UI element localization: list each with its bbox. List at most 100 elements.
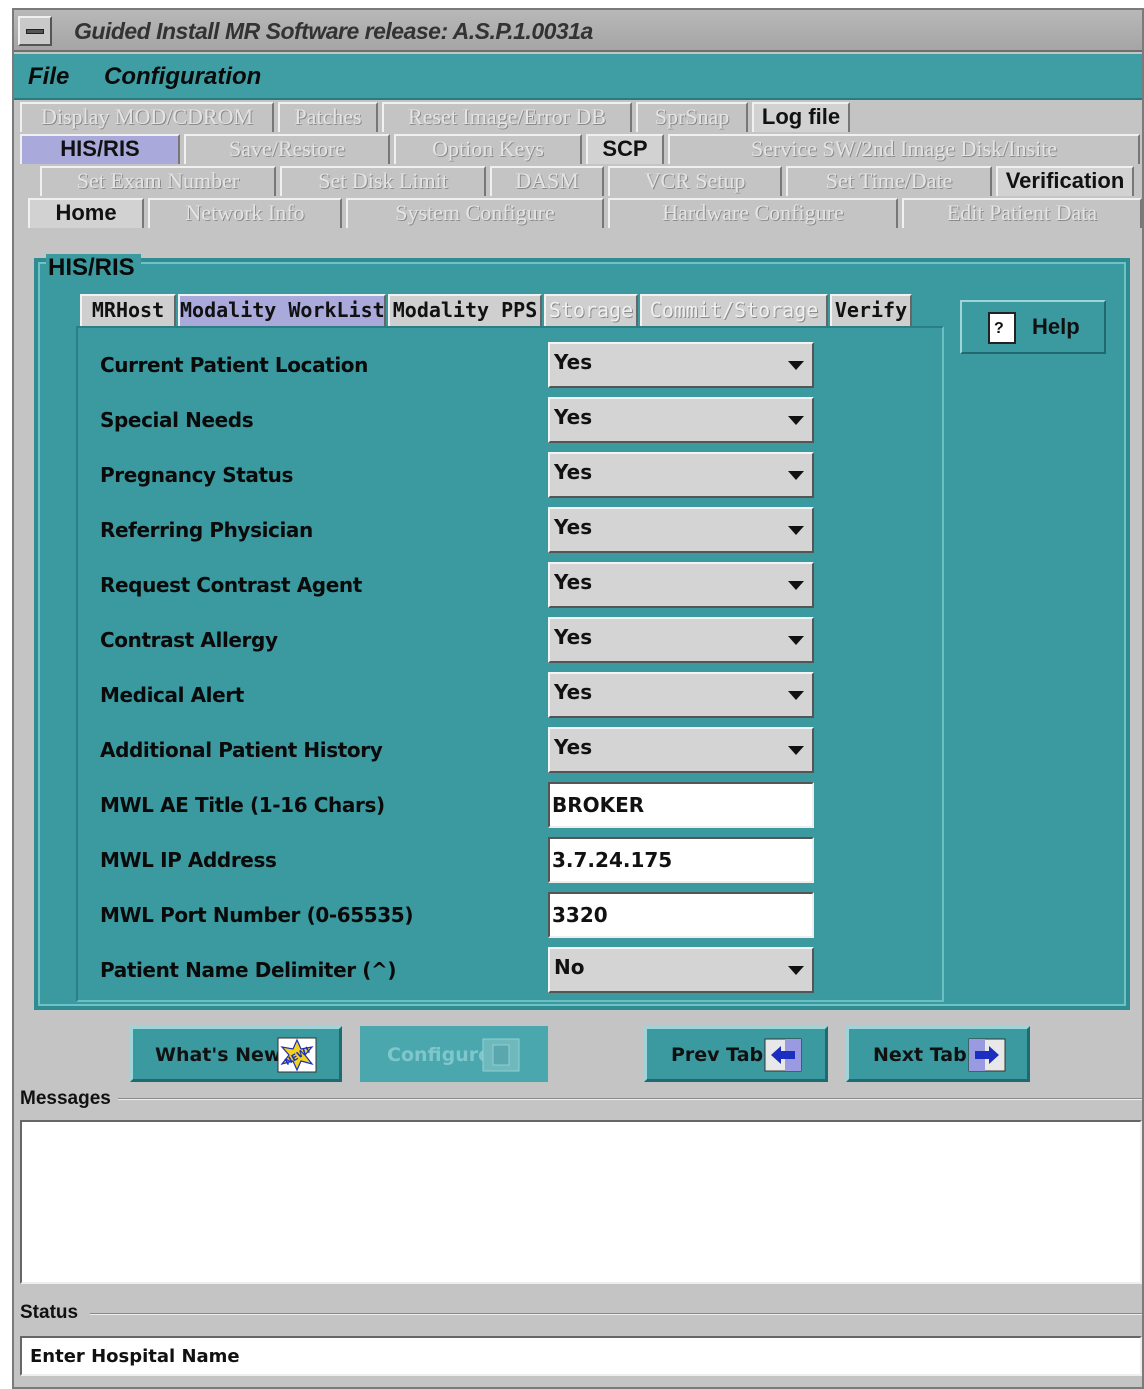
configure-icon <box>482 1038 520 1072</box>
tab-set-disk-limit[interactable]: Set Disk Limit <box>280 166 486 196</box>
select-value: Yes <box>554 350 593 374</box>
tab-set-exam-number[interactable]: Set Exam Number <box>40 166 276 196</box>
field-row-referring-physician: Referring Physician Yes <box>100 507 920 553</box>
modality-worklist-form: Current Patient Location Yes Special Nee… <box>76 326 944 1002</box>
tab-dasm[interactable]: DASM <box>490 166 604 196</box>
tab-system-configure[interactable]: System Configure <box>346 198 604 228</box>
field-label: Additional Patient History <box>100 738 383 762</box>
menu-configuration[interactable]: Configuration <box>104 63 261 91</box>
configure-button[interactable]: Configure <box>360 1026 548 1082</box>
field-row-medical-alert: Medical Alert Yes <box>100 672 920 718</box>
field-row-mwl-ip-address: MWL IP Address 3.7.24.175 <box>100 837 920 883</box>
field-row-mwl-port-number: MWL Port Number (0-65535) 3320 <box>100 892 920 938</box>
field-label: Contrast Allergy <box>100 628 278 652</box>
mwl-ae-title-input[interactable]: BROKER <box>548 782 814 828</box>
tab-hardware-configure[interactable]: Hardware Configure <box>608 198 898 228</box>
whats-new-label: What's New <box>155 1044 282 1066</box>
tab-display-mod-cdrom[interactable]: Display MOD/CDROM <box>20 102 274 132</box>
select-value: Yes <box>554 570 593 594</box>
status-box: Enter Hospital Name <box>20 1336 1142 1376</box>
dropdown-arrow-icon <box>788 636 804 645</box>
menu-file[interactable]: File <box>28 63 69 91</box>
select-value: Yes <box>554 515 593 539</box>
field-label: Pregnancy Status <box>100 463 293 487</box>
subtab-modality-worklist[interactable]: Modality WorkList <box>178 294 386 326</box>
next-tab-button[interactable]: Next Tab <box>846 1026 1030 1082</box>
action-button-bar: What's New NEW! Configure Prev Tab Next <box>14 1026 1144 1082</box>
status-text: Enter Hospital Name <box>30 1346 240 1367</box>
tab-vcr-setup[interactable]: VCR Setup <box>608 166 782 196</box>
title-bar: Guided Install MR Software release: A.S.… <box>14 10 1142 52</box>
field-label: Request Contrast Agent <box>100 573 362 597</box>
tab-set-time-date[interactable]: Set Time/Date <box>786 166 992 196</box>
tab-edit-patient-data[interactable]: Edit Patient Data <box>902 198 1142 228</box>
tab-sprsnap[interactable]: SprSnap <box>636 102 748 132</box>
tab-verification[interactable]: Verification <box>996 166 1134 196</box>
subtab-verify[interactable]: Verify <box>830 294 912 326</box>
field-row-special-needs: Special Needs Yes <box>100 397 920 443</box>
dropdown-arrow-icon <box>788 471 804 480</box>
menu-bar: File Configuration <box>14 54 1142 100</box>
subtab-commit-storage[interactable]: Commit/Storage <box>640 294 828 326</box>
tab-his-ris[interactable]: HIS/RIS <box>20 134 180 164</box>
tab-patches[interactable]: Patches <box>278 102 378 132</box>
field-row-pregnancy-status: Pregnancy Status Yes <box>100 452 920 498</box>
field-label: Patient Name Delimiter (^) <box>100 958 397 982</box>
tab-option-keys[interactable]: Option Keys <box>394 134 582 164</box>
field-label: Special Needs <box>100 408 254 432</box>
select-value: Yes <box>554 625 593 649</box>
select-value: Yes <box>554 405 593 429</box>
subtab-modality-pps[interactable]: Modality PPS <box>388 294 542 326</box>
field-label: MWL IP Address <box>100 848 277 872</box>
special-needs-select[interactable]: Yes <box>548 397 814 443</box>
dropdown-arrow-icon <box>788 746 804 755</box>
referring-physician-select[interactable]: Yes <box>548 507 814 553</box>
pregnancy-status-select[interactable]: Yes <box>548 452 814 498</box>
tab-scp[interactable]: SCP <box>586 134 664 164</box>
request-contrast-agent-select[interactable]: Yes <box>548 562 814 608</box>
help-button-label: Help <box>1032 314 1080 339</box>
tab-reset-image-error-db[interactable]: Reset Image/Error DB <box>382 102 632 132</box>
dropdown-arrow-icon <box>788 526 804 535</box>
select-value: Yes <box>554 680 593 704</box>
field-label: Current Patient Location <box>100 353 368 377</box>
mwl-ip-address-input[interactable]: 3.7.24.175 <box>548 837 814 883</box>
tab-home[interactable]: Home <box>28 198 144 228</box>
messages-label: Messages <box>20 1088 111 1109</box>
tab-log-file[interactable]: Log file <box>752 102 850 132</box>
whats-new-button[interactable]: What's New NEW! <box>130 1026 342 1082</box>
messages-divider <box>118 1098 1142 1100</box>
contrast-allergy-select[interactable]: Yes <box>548 617 814 663</box>
additional-patient-history-select[interactable]: Yes <box>548 727 814 773</box>
field-row-additional-patient-history: Additional Patient History Yes <box>100 727 920 773</box>
select-value: Yes <box>554 460 593 484</box>
right-arrow-icon <box>968 1038 1006 1072</box>
prev-tab-button[interactable]: Prev Tab <box>644 1026 828 1082</box>
status-divider <box>90 1313 1142 1315</box>
dropdown-arrow-icon <box>788 966 804 975</box>
left-arrow-icon <box>764 1038 802 1072</box>
tab-network-info[interactable]: Network Info <box>148 198 342 228</box>
input-value: 3.7.24.175 <box>552 848 673 872</box>
select-value: No <box>554 955 585 979</box>
window-menu-button[interactable] <box>18 16 52 46</box>
mwl-port-number-input[interactable]: 3320 <box>548 892 814 938</box>
patient-name-delimiter-select[interactable]: No <box>548 947 814 993</box>
help-button[interactable]: Help <box>960 300 1106 354</box>
messages-box[interactable] <box>20 1120 1142 1284</box>
current-patient-location-select[interactable]: Yes <box>548 342 814 388</box>
configure-label: Configure <box>387 1044 491 1066</box>
dropdown-arrow-icon <box>788 416 804 425</box>
dropdown-arrow-icon <box>788 581 804 590</box>
subtab-storage[interactable]: Storage <box>544 294 638 326</box>
his-ris-frame: HIS/RIS MRHost Modality WorkList Modalit… <box>34 254 1130 1010</box>
tab-service-sw[interactable]: Service SW/2nd Image Disk/Insite <box>668 134 1140 164</box>
subtab-mrhost[interactable]: MRHost <box>80 294 176 326</box>
prev-tab-label: Prev Tab <box>671 1044 764 1066</box>
field-row-current-patient-location: Current Patient Location Yes <box>100 342 920 388</box>
medical-alert-select[interactable]: Yes <box>548 672 814 718</box>
field-label: Medical Alert <box>100 683 244 707</box>
field-row-patient-name-delimiter: Patient Name Delimiter (^) No <box>100 947 920 993</box>
tab-save-restore[interactable]: Save/Restore <box>184 134 390 164</box>
field-label: Referring Physician <box>100 518 313 542</box>
